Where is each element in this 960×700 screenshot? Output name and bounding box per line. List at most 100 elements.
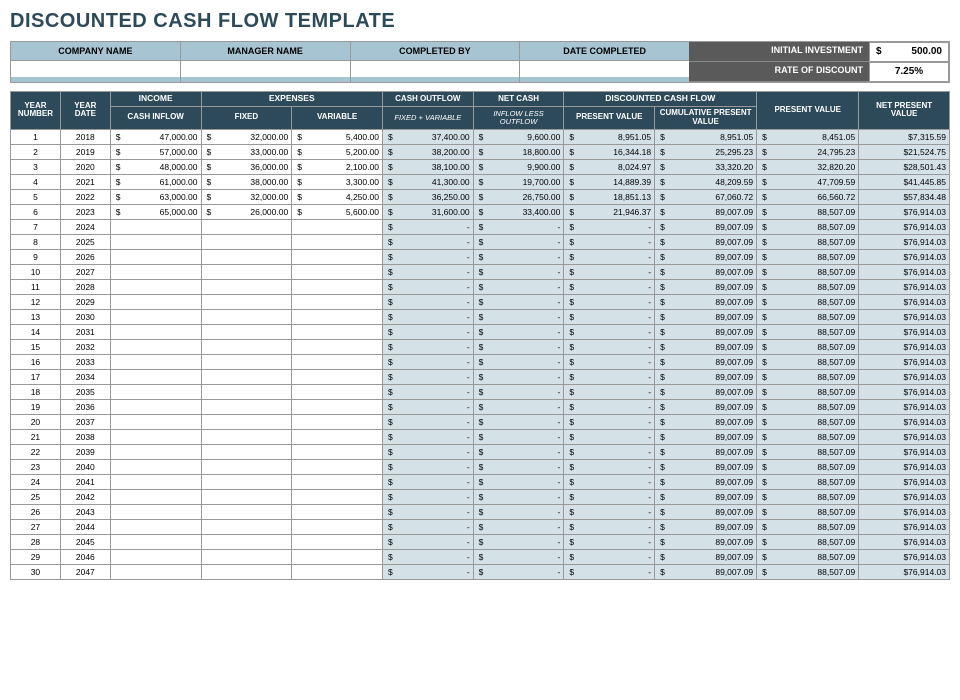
cell-year-date[interactable]: 2030	[60, 309, 110, 324]
table-cell[interactable]: $-	[564, 474, 655, 489]
table-cell[interactable]: $61,000.00	[110, 174, 201, 189]
cell-year-number[interactable]: 6	[11, 204, 61, 219]
table-cell[interactable]: $-	[382, 459, 473, 474]
table-cell[interactable]	[201, 564, 292, 579]
table-cell[interactable]	[110, 294, 201, 309]
table-cell[interactable]: $-	[473, 369, 564, 384]
table-cell[interactable]: $-	[473, 399, 564, 414]
table-cell[interactable]: $47,709.59	[757, 174, 859, 189]
table-cell[interactable]: $38,100.00	[382, 159, 473, 174]
table-cell[interactable]: $88,507.09	[757, 534, 859, 549]
manager-name-value[interactable]	[181, 61, 350, 77]
table-cell[interactable]: $33,320.20	[655, 159, 757, 174]
cell-year-number[interactable]: 26	[11, 504, 61, 519]
table-cell[interactable]: $-	[473, 459, 564, 474]
table-cell[interactable]	[201, 504, 292, 519]
cell-npv[interactable]: $76,914.03	[859, 414, 950, 429]
cell-year-date[interactable]: 2032	[60, 339, 110, 354]
cell-npv[interactable]: $76,914.03	[859, 384, 950, 399]
cell-year-date[interactable]: 2045	[60, 534, 110, 549]
table-cell[interactable]: $-	[564, 414, 655, 429]
cell-year-date[interactable]: 2043	[60, 504, 110, 519]
table-cell[interactable]: $-	[564, 219, 655, 234]
table-cell[interactable]	[292, 219, 383, 234]
table-cell[interactable]	[292, 249, 383, 264]
table-cell[interactable]	[201, 369, 292, 384]
table-cell[interactable]	[201, 534, 292, 549]
table-cell[interactable]: $-	[564, 264, 655, 279]
cell-npv[interactable]: $7,315.59	[859, 129, 950, 144]
cell-npv[interactable]: $76,914.03	[859, 444, 950, 459]
cell-year-date[interactable]: 2044	[60, 519, 110, 534]
cell-year-number[interactable]: 22	[11, 444, 61, 459]
cell-year-number[interactable]: 25	[11, 489, 61, 504]
table-cell[interactable]: $14,889.39	[564, 174, 655, 189]
table-cell[interactable]: $36,000.00	[201, 159, 292, 174]
table-cell[interactable]	[201, 474, 292, 489]
table-cell[interactable]: $-	[382, 504, 473, 519]
table-cell[interactable]: $88,507.09	[757, 459, 859, 474]
table-cell[interactable]: $-	[564, 384, 655, 399]
table-cell[interactable]: $89,007.09	[655, 384, 757, 399]
table-cell[interactable]: $-	[473, 234, 564, 249]
cell-year-date[interactable]: 2027	[60, 264, 110, 279]
table-cell[interactable]: $88,507.09	[757, 504, 859, 519]
cell-year-date[interactable]: 2029	[60, 294, 110, 309]
cell-year-date[interactable]: 2031	[60, 324, 110, 339]
table-cell[interactable]: $89,007.09	[655, 279, 757, 294]
table-cell[interactable]: $89,007.09	[655, 234, 757, 249]
table-cell[interactable]: $-	[473, 534, 564, 549]
cell-npv[interactable]: $76,914.03	[859, 279, 950, 294]
table-cell[interactable]: $38,200.00	[382, 144, 473, 159]
table-cell[interactable]: $-	[382, 219, 473, 234]
cell-year-date[interactable]: 2018	[60, 129, 110, 144]
table-cell[interactable]: $-	[382, 414, 473, 429]
cell-year-date[interactable]: 2025	[60, 234, 110, 249]
cell-npv[interactable]: $76,914.03	[859, 459, 950, 474]
table-cell[interactable]	[110, 384, 201, 399]
table-cell[interactable]	[110, 564, 201, 579]
table-cell[interactable]: $-	[564, 309, 655, 324]
table-cell[interactable]: $-	[382, 234, 473, 249]
table-cell[interactable]: $89,007.09	[655, 309, 757, 324]
table-cell[interactable]: $88,507.09	[757, 204, 859, 219]
table-cell[interactable]	[110, 339, 201, 354]
table-cell[interactable]	[292, 339, 383, 354]
table-cell[interactable]: $89,007.09	[655, 429, 757, 444]
table-cell[interactable]: $-	[564, 564, 655, 579]
table-cell[interactable]: $88,507.09	[757, 549, 859, 564]
table-cell[interactable]	[201, 519, 292, 534]
cell-npv[interactable]: $57,834.48	[859, 189, 950, 204]
table-cell[interactable]	[292, 369, 383, 384]
cell-year-number[interactable]: 15	[11, 339, 61, 354]
table-cell[interactable]	[110, 234, 201, 249]
table-cell[interactable]	[110, 279, 201, 294]
table-cell[interactable]: $-	[473, 549, 564, 564]
table-cell[interactable]: $88,507.09	[757, 234, 859, 249]
cell-npv[interactable]: $76,914.03	[859, 249, 950, 264]
cell-npv[interactable]: $76,914.03	[859, 429, 950, 444]
table-cell[interactable]	[292, 534, 383, 549]
table-cell[interactable]: $2,100.00	[292, 159, 383, 174]
table-cell[interactable]: $-	[382, 279, 473, 294]
cell-year-number[interactable]: 23	[11, 459, 61, 474]
table-cell[interactable]	[292, 429, 383, 444]
table-cell[interactable]: $21,946.37	[564, 204, 655, 219]
table-cell[interactable]: $88,507.09	[757, 444, 859, 459]
table-cell[interactable]: $89,007.09	[655, 564, 757, 579]
cell-npv[interactable]: $21,524.75	[859, 144, 950, 159]
cell-year-number[interactable]: 13	[11, 309, 61, 324]
table-cell[interactable]	[201, 384, 292, 399]
table-cell[interactable]: $88,507.09	[757, 564, 859, 579]
table-cell[interactable]: $-	[473, 294, 564, 309]
table-cell[interactable]: $-	[564, 399, 655, 414]
table-cell[interactable]: $88,507.09	[757, 429, 859, 444]
table-cell[interactable]: $-	[564, 234, 655, 249]
cell-year-number[interactable]: 24	[11, 474, 61, 489]
cell-npv[interactable]: $76,914.03	[859, 549, 950, 564]
table-cell[interactable]: $-	[564, 534, 655, 549]
table-cell[interactable]: $-	[382, 324, 473, 339]
cell-npv[interactable]: $41,445.85	[859, 174, 950, 189]
table-cell[interactable]: $88,507.09	[757, 414, 859, 429]
table-cell[interactable]: $-	[382, 519, 473, 534]
